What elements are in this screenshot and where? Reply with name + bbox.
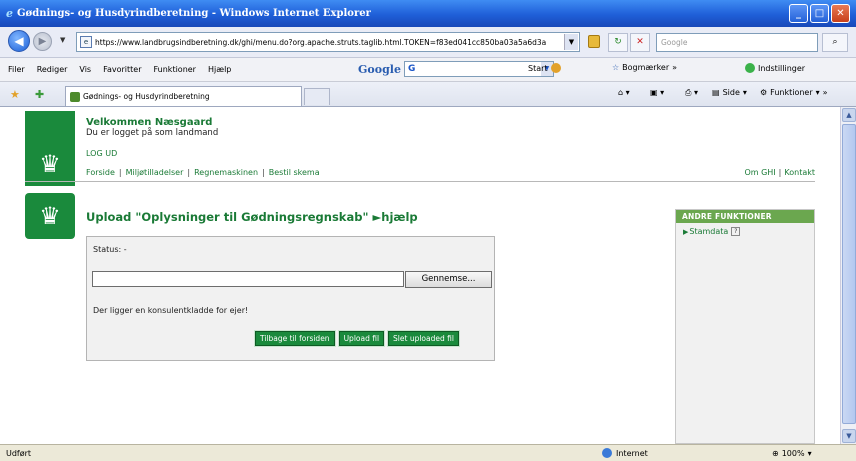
crown-icon: ♛ (39, 149, 61, 178)
nav-miljoetilladelser[interactable]: Miljøtilladelser (126, 168, 184, 177)
gear-icon: ⚙ (760, 88, 768, 97)
search-input[interactable]: Google (656, 33, 818, 52)
settings-icon (745, 63, 755, 73)
url-dropdown-icon[interactable]: ▼ (564, 34, 578, 50)
page-content: ♛ Velkommen Næsgaard Du er logget på som… (0, 107, 840, 444)
google-toolbar: Google G ▼ (358, 61, 554, 77)
menu-view[interactable]: Vis (79, 65, 91, 74)
minimize-button[interactable]: _ (789, 4, 808, 23)
menu-tools[interactable]: Funktioner (154, 65, 196, 74)
tab-page-icon (70, 91, 80, 102)
help-link[interactable]: ►hjælp (372, 210, 417, 224)
star-icon: ☆ (612, 63, 620, 72)
google-logo: Google (358, 62, 401, 76)
settings-button[interactable]: Indstillinger (745, 63, 805, 73)
page-icon: e (80, 36, 92, 48)
other-functions-panel: ANDRE FUNKTIONER ▶Stamdata? (675, 209, 815, 444)
menu-file[interactable]: Filer (8, 65, 25, 74)
page-menu-button[interactable]: ▤ Side ▾ (712, 88, 747, 97)
menu-favorites[interactable]: Favoritter (103, 65, 141, 74)
nav-forside[interactable]: Forside (86, 168, 115, 177)
history-dropdown-icon[interactable]: ▼ (60, 36, 65, 44)
upload-form: Status: - Gennemse... Der ligger en kons… (86, 236, 495, 361)
url-text: https://www.landbrugsindberetning.dk/ghi… (95, 37, 547, 47)
draft-notice: Der ligger en konsulentkladde for ejer! (93, 306, 249, 315)
tools-menu-button[interactable]: ⚙ Funktioner ▾ » (760, 88, 828, 97)
side-item-stamdata[interactable]: ▶Stamdata? (683, 227, 814, 236)
window-title: Gødnings- og Husdyrindberetning - Window… (17, 8, 371, 19)
help-icon[interactable]: ? (731, 227, 741, 236)
nav-om-ghi[interactable]: Om GHI (744, 168, 775, 177)
maximize-button[interactable]: □ (810, 4, 829, 23)
add-favorite-icon[interactable]: ✚ (35, 88, 44, 101)
menu-bar: Filer Rediger Vis Favoritter Funktioner … (0, 58, 856, 82)
divider (25, 181, 815, 182)
status-bar: Udført Internet ⊕ 100% ▾ (0, 444, 856, 461)
side-panel-header: ANDRE FUNKTIONER (676, 210, 814, 223)
right-nav: Om GHI | Kontakt (744, 168, 815, 177)
favorites-star-icon[interactable]: ★ (10, 88, 20, 101)
upload-file-button[interactable]: Upload fil (337, 330, 386, 347)
back-button[interactable]: ◀ (8, 30, 30, 52)
tab-ghi[interactable]: Gødnings- og Husdyrindberetning (65, 86, 302, 106)
print-icon[interactable]: ⎙ ▾ (685, 88, 698, 98)
back-to-front-button[interactable]: Tilbage til forsiden (254, 330, 336, 347)
search-icon[interactable]: ⌕ (822, 33, 848, 52)
bookmarks-button[interactable]: ☆ Bogmærker » (612, 63, 677, 72)
new-tab-button[interactable] (304, 88, 330, 105)
logged-in-text: Du er logget på som landmand (86, 128, 219, 138)
delete-uploaded-file-button[interactable]: Slet uploaded fil (387, 330, 460, 347)
ie-logo-icon: e (6, 7, 13, 20)
zoom-icon: ⊕ (772, 448, 779, 458)
logout-link[interactable]: LOG UD (86, 149, 117, 158)
address-bar: ◀ ▶ ▼ e https://www.landbrugsindberetnin… (0, 27, 856, 58)
page-title: Upload "Oplysninger til Gødningsregnskab… (86, 210, 418, 224)
menu-help[interactable]: Hjælp (208, 65, 231, 74)
refresh-icon[interactable]: ↻ (608, 33, 628, 52)
url-input[interactable]: e https://www.landbrugsindberetning.dk/g… (76, 32, 580, 52)
close-window-button[interactable]: ✕ (831, 4, 850, 23)
tab-bar: ★ ✚ Gødnings- og Husdyrindberetning ⌂ ▾ … (0, 82, 856, 107)
nav-bestil-skema[interactable]: Bestil skema (269, 168, 320, 177)
status-label: Status: - (93, 245, 127, 254)
welcome-heading: Velkommen Næsgaard (86, 117, 213, 128)
window-titlebar: e Gødnings- og Husdyrindberetning - Wind… (0, 0, 856, 27)
nav-regnemaskinen[interactable]: Regnemaskinen (194, 168, 258, 177)
main-nav: Forside | Miljøtilladelser | Regnemaskinen | B… (86, 168, 320, 177)
stop-icon[interactable]: ✕ (630, 33, 650, 52)
globe-icon (602, 448, 612, 458)
home-icon[interactable]: ⌂ ▾ (618, 88, 630, 97)
page-menu-icon: ▤ (712, 88, 720, 97)
crown-logo-top: ♛ (25, 111, 75, 186)
nav-kontakt[interactable]: Kontakt (784, 168, 815, 177)
file-path-input[interactable] (92, 271, 404, 287)
scroll-up-icon[interactable]: ▲ (842, 108, 856, 122)
vertical-scrollbar[interactable]: ▲ ▼ (840, 107, 856, 444)
status-text: Udført (6, 448, 32, 458)
browse-button[interactable]: Gennemse... (405, 271, 492, 288)
start-button[interactable]: Start (528, 63, 561, 73)
scroll-thumb[interactable] (842, 124, 856, 424)
pagerank-icon (550, 63, 561, 73)
lock-icon[interactable] (588, 35, 600, 48)
triangle-icon: ▶ (683, 228, 689, 236)
crown-logo: ♛ (25, 193, 75, 239)
forward-button[interactable]: ▶ (33, 32, 52, 51)
feeds-icon[interactable]: ▣ ▾ (650, 88, 664, 97)
menu-edit[interactable]: Rediger (37, 65, 68, 74)
crown-icon: ♛ (39, 202, 61, 230)
scroll-down-icon[interactable]: ▼ (842, 429, 856, 443)
zoom-control[interactable]: ⊕ 100% ▾ (772, 449, 812, 458)
security-zone: Internet (602, 448, 648, 458)
